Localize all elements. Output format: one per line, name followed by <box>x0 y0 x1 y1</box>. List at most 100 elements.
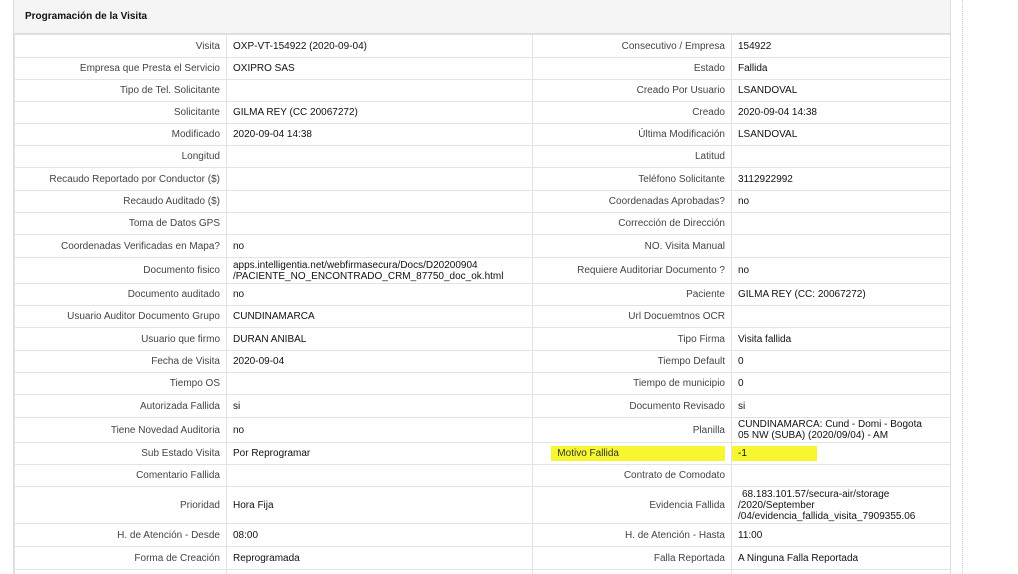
field-value: 08:00 <box>226 523 533 547</box>
field-label: H. de Atención - Hasta <box>532 523 732 547</box>
field-label: Comentario Fallida <box>14 464 227 487</box>
table-row: Empresa que Presta el Servicio OXIPRO SA… <box>14 57 950 80</box>
field-label: Latitud <box>532 145 732 168</box>
table-row: Sub Estado Visita Por Reprogramar Motivo… <box>14 442 950 465</box>
field-value: no <box>226 417 533 443</box>
field-label: Modificado <box>14 123 227 146</box>
field-value: LSANDOVAL <box>731 79 950 102</box>
field-label: Forma de Creación <box>14 546 227 570</box>
field-value: no <box>731 190 950 213</box>
table-row: Fecha de Visita 2020-09-04 Tiempo Defaul… <box>14 350 950 373</box>
field-value: 2020-09-04 14:38 <box>226 123 533 146</box>
field-label: Visita <box>14 34 227 58</box>
field-value: Reprogramada <box>226 546 533 570</box>
field-value: Por Reprogramar <box>226 442 533 465</box>
field-value <box>731 212 950 235</box>
field-value: OXP-VT-154922 (2020-09-04) <box>226 34 533 58</box>
field-value <box>731 145 950 168</box>
table-row: Longitud Latitud <box>14 145 950 168</box>
visit-schedule-panel: Programación de la Visita Visita OXP-VT-… <box>13 0 951 574</box>
field-value: si <box>226 394 533 418</box>
field-value: 2020-09-04 <box>226 350 533 373</box>
field-value <box>731 464 950 487</box>
evidence-link-line-3[interactable]: /04/evidencia_fallida_visita_7909355.06 <box>738 511 944 522</box>
field-label: Evidencia Fallida <box>532 486 732 524</box>
field-label: Corrección de Dirección <box>532 212 732 235</box>
field-label: Requiere Auditoriar Documento ? <box>532 257 732 284</box>
table-row: Tiene Novedad Auditoria no Planilla CUND… <box>14 417 950 443</box>
document-link-line-2[interactable]: /PACIENTE_NO_ENCONTRADO_CRM_87750_doc_ok… <box>233 271 526 282</box>
field-label: Documento fisico <box>14 257 227 284</box>
field-label: Teléfono Solicitante <box>532 167 732 191</box>
field-label: Coordenadas Aprobadas? <box>532 190 732 213</box>
field-label: Tiempo Default <box>532 350 732 373</box>
table-row: Toma de Datos GPS Corrección de Direcció… <box>14 212 950 235</box>
field-label: Última Modificación <box>532 123 732 146</box>
field-value: GILMA REY (CC 20067272) <box>226 101 533 124</box>
table-row: Tipo de Tel. Solicitante Creado Por Usua… <box>14 79 950 102</box>
field-value <box>731 569 950 574</box>
field-label: Fecha de Visita <box>14 350 227 373</box>
field-label: Tiempo de municipio <box>532 372 732 395</box>
visit-details-table: Visita OXP-VT-154922 (2020-09-04) Consec… <box>14 34 950 574</box>
field-value: no <box>731 257 950 284</box>
field-label: Estado <box>532 57 732 80</box>
evidence-link-line-1[interactable]: 68.183.101.57/secura-air/storage <box>738 489 944 500</box>
field-value <box>226 464 533 487</box>
table-row: Recaudo Auditado ($) Coordenadas Aprobad… <box>14 190 950 213</box>
document-link-line-1[interactable]: apps.intelligentia.net/webfirmasecura/Do… <box>233 260 526 271</box>
field-value: 3112922992 <box>731 167 950 191</box>
field-value <box>226 212 533 235</box>
field-value: CUNDINAMARCA: Cund - Domi - Bogota 05 NW… <box>731 417 950 443</box>
field-label: Documento Revisado <box>532 394 732 418</box>
field-value: DURAN ANIBAL <box>226 327 533 351</box>
table-row: Prioridad Hora Fija Evidencia Fallida 68… <box>14 486 950 524</box>
field-value: Hora Fija <box>226 486 533 524</box>
field-value: Fallida <box>731 57 950 80</box>
field-value <box>226 190 533 213</box>
field-label: Usuario Auditor Documento Grupo <box>14 305 227 328</box>
field-value: CUNDINAMARCA <box>226 305 533 328</box>
field-label: Autorizada Fallida <box>14 394 227 418</box>
field-value: -1 <box>731 442 950 465</box>
field-label: Empresa que Presta el Servicio <box>14 57 227 80</box>
field-value <box>226 569 533 574</box>
field-value: A Ninguna Falla Reportada <box>731 546 950 570</box>
page-divider <box>962 0 963 574</box>
field-value: 0 <box>731 372 950 395</box>
field-value: 2020-09-04 14:38 <box>731 101 950 124</box>
field-value <box>226 372 533 395</box>
field-value: Visita fallida <box>731 327 950 351</box>
field-label: Creado <box>532 101 732 124</box>
planilla-line-2: 05 NW (SUBA) (2020/09/04) - AM <box>738 430 889 441</box>
motivo-fallida-label-highlight: Motivo Fallida <box>551 446 725 461</box>
field-label: NO. Visita Manual <box>532 234 732 258</box>
field-label: Contrato de Comodato <box>532 464 732 487</box>
table-row: Visita OXP-VT-154922 (2020-09-04) Consec… <box>14 34 950 58</box>
field-label <box>532 569 732 574</box>
field-label: Consecutivo / Empresa <box>532 34 732 58</box>
field-label: Documento auditado <box>14 283 227 306</box>
field-label <box>14 569 227 574</box>
evidence-link-line-2[interactable]: /2020/September <box>738 500 944 511</box>
field-label: Tiene Novedad Auditoria <box>14 417 227 443</box>
field-value: si <box>731 394 950 418</box>
field-label: Paciente <box>532 283 732 306</box>
field-value <box>731 305 950 328</box>
table-row: Forma de Creación Reprogramada Falla Rep… <box>14 546 950 570</box>
field-value: no <box>226 283 533 306</box>
table-row: Recaudo Reportado por Conductor ($) Telé… <box>14 167 950 191</box>
table-row: Solicitante GILMA REY (CC 20067272) Crea… <box>14 101 950 124</box>
table-row: Comentario Fallida Contrato de Comodato <box>14 464 950 487</box>
field-value: no <box>226 234 533 258</box>
field-label: Falla Reportada <box>532 546 732 570</box>
field-label: Planilla <box>532 417 732 443</box>
field-label: Motivo Fallida <box>532 442 732 465</box>
field-value <box>226 167 533 191</box>
field-value: GILMA REY (CC: 20067272) <box>731 283 950 306</box>
table-row: Modificado 2020-09-04 14:38 Última Modif… <box>14 123 950 146</box>
field-label: Url Docuemtnos OCR <box>532 305 732 328</box>
field-value: LSANDOVAL <box>731 123 950 146</box>
field-value: 11:00 <box>731 523 950 547</box>
field-label: Creado Por Usuario <box>532 79 732 102</box>
